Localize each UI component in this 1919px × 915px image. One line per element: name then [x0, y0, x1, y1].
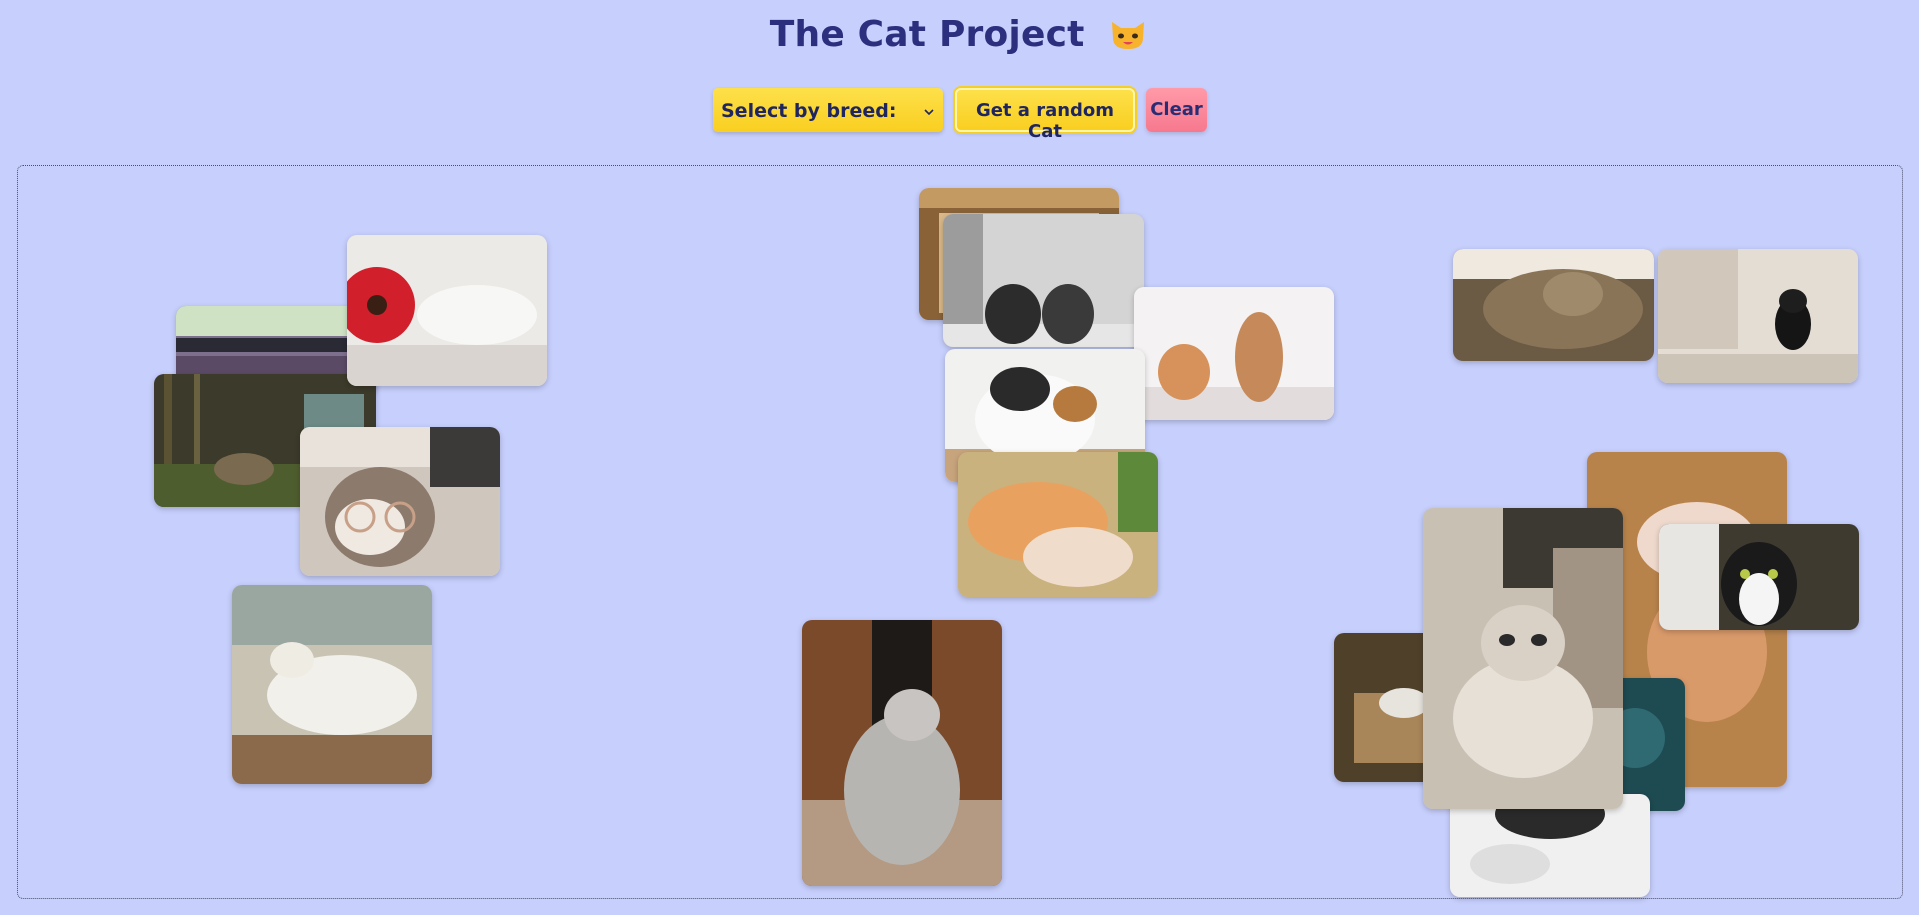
- breed-select-label: Select by breed:: [721, 100, 897, 122]
- cat-photo-grey-doorway[interactable]: [802, 620, 1002, 886]
- cat-photo-sleeping-white[interactable]: [232, 585, 432, 784]
- random-cat-button[interactable]: Get a random Cat: [955, 88, 1135, 142]
- page-title: The Cat Project: [0, 14, 1919, 55]
- breed-select[interactable]: Select by breed:: [713, 88, 943, 132]
- cat-photo-white-fur[interactable]: [1450, 794, 1650, 897]
- cat-face-icon: [1107, 16, 1149, 52]
- cat-photo-tuxedo-portrait[interactable]: [1659, 524, 1859, 630]
- cat-photo-glasses[interactable]: [300, 427, 500, 576]
- clear-button[interactable]: Clear: [1146, 88, 1207, 132]
- cat-photo-two-ginger-cats[interactable]: [1134, 287, 1334, 420]
- cat-photo-two-black-cats[interactable]: [943, 214, 1144, 347]
- cat-photo-red-flower[interactable]: [347, 235, 547, 386]
- page-title-text: The Cat Project: [769, 14, 1085, 55]
- cat-photo-tabby-closeup[interactable]: [1453, 249, 1654, 361]
- cat-photo-black-white-kitten[interactable]: [1658, 249, 1858, 383]
- chevron-down-icon: [923, 101, 935, 116]
- cat-photo-sepia-oriental[interactable]: [1423, 508, 1623, 809]
- cat-photo-playing-kittens[interactable]: [958, 452, 1158, 597]
- controls-bar: Select by breed: Get a random Cat Clear: [0, 88, 1919, 142]
